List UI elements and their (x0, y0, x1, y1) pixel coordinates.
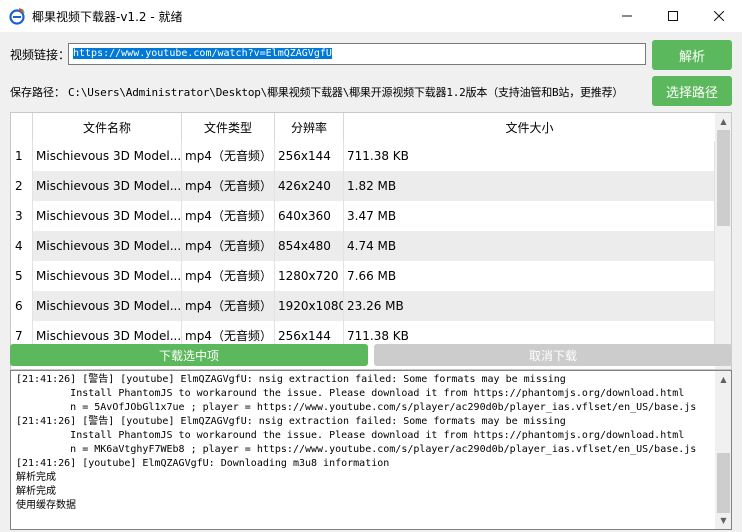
log-line: 解析完成 (16, 472, 56, 483)
scroll-down-arrow-icon[interactable]: ▼ (715, 512, 731, 529)
download-selected-button[interactable]: 下载选中项 (10, 344, 368, 366)
app-logo-icon (9, 8, 25, 25)
format-table: 文件名称 文件类型 分辨率 文件大小 1 Mischievous 3D Mode… (10, 112, 732, 370)
column-header-type[interactable]: 文件类型 (182, 113, 275, 141)
file-type-cell: mp4（无音频） (182, 231, 275, 261)
column-header-size[interactable]: 文件大小 (344, 113, 715, 141)
row-index: 4 (11, 231, 33, 261)
file-name-cell: Mischievous 3D Model... (33, 231, 182, 261)
table-row[interactable]: 4 Mischievous 3D Model... mp4（无音频） 854x4… (11, 231, 715, 261)
file-name-cell: Mischievous 3D Model... (33, 141, 182, 171)
file-name-cell: Mischievous 3D Model... (33, 171, 182, 201)
log-line: [21:41:26] [youtube] ElmQZAGVgfU: Downlo… (16, 458, 390, 469)
table-row[interactable]: 6 Mischievous 3D Model... mp4（无音频） 1920x… (11, 291, 715, 321)
log-line: [21:41:26] [警告] [youtube] ElmQZAGVgfU: n… (16, 416, 566, 427)
row-index: 5 (11, 261, 33, 291)
row-index: 1 (11, 141, 33, 171)
table-row[interactable]: 2 Mischievous 3D Model... mp4（无音频） 426x2… (11, 171, 715, 201)
table-row[interactable]: 3 Mischievous 3D Model... mp4（无音频） 640x3… (11, 201, 715, 231)
file-type-cell: mp4（无音频） (182, 201, 275, 231)
close-icon (714, 11, 724, 21)
log-line: 解析完成 (16, 486, 56, 497)
url-input[interactable]: https://www.youtube.com/watch?v=ElmQZAGV… (68, 43, 646, 65)
minimize-button[interactable] (604, 0, 650, 32)
table-row[interactable]: 1 Mischievous 3D Model... mp4（无音频） 256x1… (11, 141, 715, 171)
log-line: n = MK6aVtghyF7WEb8 ; player = https://w… (16, 444, 697, 455)
file-type-cell: mp4（无音频） (182, 291, 275, 321)
file-name-cell: Mischievous 3D Model... (33, 201, 182, 231)
title-bar: 椰果视频下载器-v1.2 - 就绪 (0, 0, 742, 32)
row-index: 2 (11, 171, 33, 201)
file-size-cell: 1.82 MB (344, 171, 715, 201)
resolution-cell: 426x240 (275, 171, 344, 201)
log-line: Install PhantomJS to workaround the issu… (16, 430, 685, 441)
column-header-name[interactable]: 文件名称 (33, 113, 182, 141)
table-row[interactable]: 5 Mischievous 3D Model... mp4（无音频） 1280x… (11, 261, 715, 291)
file-size-cell: 23.26 MB (344, 291, 715, 321)
resolution-cell: 1280x720 (275, 261, 344, 291)
log-line: [21:41:26] [警告] [youtube] ElmQZAGVgfU: n… (16, 374, 566, 385)
scroll-up-arrow-icon[interactable]: ▲ (715, 371, 731, 388)
resolution-cell: 640x360 (275, 201, 344, 231)
maximize-button[interactable] (650, 0, 696, 32)
file-type-cell: mp4（无音频） (182, 141, 275, 171)
resolution-cell: 256x144 (275, 141, 344, 171)
cancel-download-button[interactable]: 取消下载 (374, 344, 732, 366)
main-panel: 视频链接： https://www.youtube.com/watch?v=El… (0, 32, 742, 532)
scroll-up-arrow-icon[interactable]: ▲ (715, 113, 731, 130)
minimize-icon (622, 15, 632, 17)
maximize-icon (668, 11, 678, 21)
file-name-cell: Mischievous 3D Model... (33, 261, 182, 291)
save-path-label: 保存路径： (10, 86, 65, 99)
parse-button[interactable]: 解析 (652, 40, 732, 70)
log-scrollbar-thumb[interactable] (717, 453, 730, 513)
log-scrollbar[interactable]: ▲ ▼ (715, 371, 731, 529)
log-line: n = 5AvOfJObGl1x7ue ; player = https://w… (16, 402, 697, 413)
log-line: Install PhantomJS to workaround the issu… (16, 388, 685, 399)
window-title: 椰果视频下载器-v1.2 - 就绪 (32, 10, 183, 24)
row-index: 6 (11, 291, 33, 321)
url-input-value: https://www.youtube.com/watch?v=ElmQZAGV… (73, 48, 332, 59)
file-size-cell: 7.66 MB (344, 261, 715, 291)
file-size-cell: 4.74 MB (344, 231, 715, 261)
row-index: 3 (11, 201, 33, 231)
file-type-cell: mp4（无音频） (182, 171, 275, 201)
table-scrollbar-thumb[interactable] (717, 130, 730, 226)
file-size-cell: 711.38 KB (344, 141, 715, 171)
close-button[interactable] (696, 0, 742, 32)
log-line: 使用缓存数据 (16, 500, 76, 511)
resolution-cell: 1920x1080 (275, 291, 344, 321)
table-scrollbar[interactable]: ▲ ▼ (715, 113, 731, 369)
column-header-resolution[interactable]: 分辨率 (275, 113, 344, 141)
column-header-index (11, 113, 33, 141)
choose-path-button[interactable]: 选择路径 (652, 76, 732, 106)
log-text: [21:41:26] [警告] [youtube] ElmQZAGVgfU: n… (16, 373, 711, 513)
url-label: 视频链接： (10, 48, 71, 62)
file-name-cell: Mischievous 3D Model... (33, 291, 182, 321)
save-path-value: C:\Users\Administrator\Desktop\椰果视频下载器\椰… (68, 86, 624, 99)
resolution-cell: 854x480 (275, 231, 344, 261)
file-size-cell: 3.47 MB (344, 201, 715, 231)
file-type-cell: mp4（无音频） (182, 261, 275, 291)
log-output[interactable]: [21:41:26] [警告] [youtube] ElmQZAGVgfU: n… (10, 370, 732, 530)
